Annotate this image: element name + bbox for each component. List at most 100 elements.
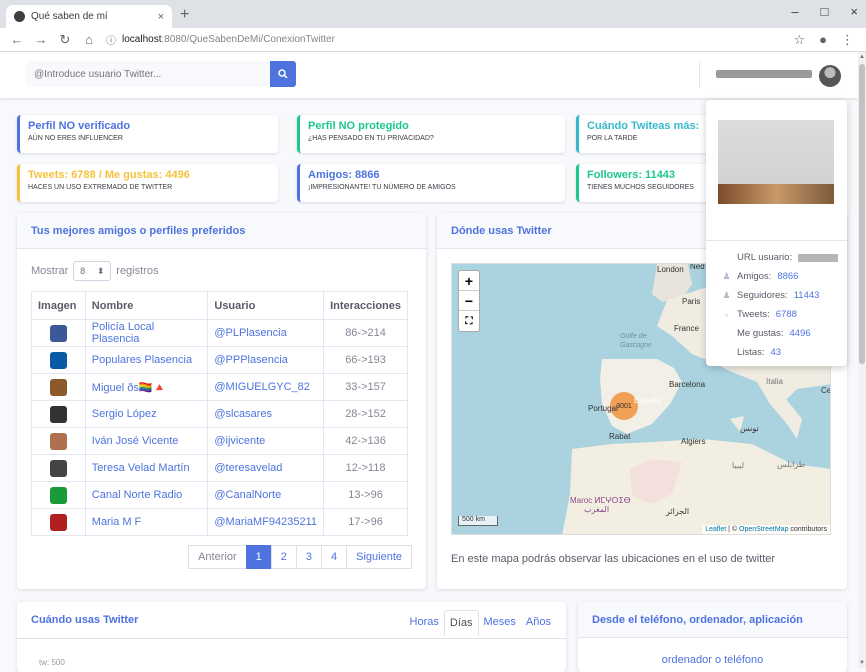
col-interactions[interactable]: Interacciones [323,291,408,320]
osm-link[interactable]: OpenStreetMap [739,526,788,533]
forward-icon[interactable]: → [34,32,48,47]
friend-user[interactable]: @ijvicente [207,427,325,455]
address-bar[interactable]: ⓘ localhost:8080/QueSabenDeMi/ConexionTw… [106,30,793,50]
map-label-paris: Paris [682,297,701,306]
map-note: En este mapa podrás observar las ubicaci… [451,553,776,565]
profile-lists-value[interactable]: 43 [770,347,781,358]
user-search [26,61,296,87]
friend-interactions: 17->96 [323,508,408,536]
map-label-portugal: Portugal [588,404,618,413]
pager-next[interactable]: Siguiente [346,545,412,569]
scrollbar-thumb[interactable] [859,64,865,364]
friend-image-cell [31,508,86,536]
user-icon: ♟ [722,271,731,281]
friend-name[interactable]: Canal Norte Radio [84,481,209,509]
stat-followers: Followers: 11443 TIENES MUCHOS SEGUIDORE… [576,164,716,202]
friend-user[interactable]: @CanalNorte [207,481,325,509]
devices-legend-link[interactable]: ordenador o teléfono [578,654,847,666]
friend-user[interactable]: @PLPlasencia [207,319,325,347]
menu-dots-icon[interactable]: ⋮ [841,32,854,48]
stat-when-tweet: Cuándo Twiteas más: POR LA TARDE [576,115,716,153]
zoom-out-button[interactable]: − [459,291,479,311]
friend-user[interactable]: @teresavelad [207,454,325,482]
pager-prev[interactable]: Anterior [188,545,247,569]
table-row: Iván José Vicente @ijvicente 42->136 [31,427,408,455]
tab-dias[interactable]: Días [443,610,479,636]
avatar[interactable] [819,65,841,87]
bookmark-star-icon[interactable]: ☆ [793,32,805,48]
search-input[interactable] [26,61,270,87]
minimize-button[interactable]: – [791,4,798,19]
tab-close-icon[interactable]: × [158,11,164,23]
account-icon[interactable]: ● [819,32,827,47]
friend-name[interactable]: Policía Local Plasencia [84,319,209,347]
browser-tab[interactable]: Qué saben de mí × [6,5,172,28]
fullscreen-button[interactable]: ⛶ [459,311,479,331]
profile-divider [706,240,847,241]
friends-card: Tus mejores amigos o perfiles preferidos… [17,213,426,589]
close-window-button[interactable]: × [850,4,858,19]
reload-icon[interactable]: ↻ [58,32,72,48]
table-row: Teresa Velad Martín @teresavelad 12->118 [31,454,408,482]
friend-name[interactable]: Iván José Vicente [84,427,209,455]
new-tab-button[interactable]: + [180,6,189,24]
pager-page-2[interactable]: 2 [270,545,297,569]
friend-user[interactable]: @PPPlasencia [207,346,325,374]
friend-image-cell [31,400,86,428]
pp-logo-icon[interactable] [49,351,67,369]
pager-page-4[interactable]: 4 [321,545,348,569]
info-icon[interactable]: ⓘ [106,32,116,47]
friend-user[interactable]: @slcasares [207,400,325,428]
zoom-in-button[interactable]: + [459,271,479,291]
user-photo-icon[interactable] [49,405,67,423]
stat-title: Perfil NO verificado [28,120,131,132]
user-photo-icon[interactable] [49,513,67,531]
col-image[interactable]: Imagen [31,291,86,320]
scroll-down-icon[interactable]: ▼ [859,660,865,666]
user-photo-icon[interactable] [49,378,67,396]
url-host: localhost [122,34,162,45]
profile-lists-label: Listas: [737,347,765,358]
pager-page-1[interactable]: 1 [245,545,272,569]
leaflet-link[interactable]: Leaflet [705,526,726,533]
username-redacted[interactable] [716,70,812,78]
profile-likes-value[interactable]: 4496 [789,328,810,339]
back-icon[interactable]: ← [10,32,24,47]
pager-page-3[interactable]: 3 [295,545,322,569]
friend-user[interactable]: @MariaMF94235211 [207,508,325,536]
stat-verified: Perfil NO verificado AÚN NO ERES INFLUEN… [17,115,278,153]
page-scrollbar[interactable]: ▲ ▼ [858,52,866,668]
tab-anos[interactable]: Años [521,610,556,636]
page-length-select[interactable]: 8 ⬍ [73,261,112,281]
friend-name[interactable]: Populares Plasencia [84,346,209,374]
profile-friends-value[interactable]: 8866 [777,271,798,282]
friend-name[interactable]: Teresa Velad Martín [84,454,209,482]
col-name[interactable]: Nombre [84,291,209,320]
scroll-up-icon[interactable]: ▲ [859,54,865,60]
cn-logo-icon[interactable] [49,486,67,504]
police-badge-icon[interactable] [49,324,67,342]
user-photo-icon[interactable] [49,432,67,450]
profile-followers-value[interactable]: 11443 [794,290,820,301]
friend-user[interactable]: @MIGUELGYC_82 [207,373,325,401]
tab-meses[interactable]: Meses [479,610,521,636]
profile-url-redacted[interactable] [798,253,839,262]
home-icon[interactable]: ⌂ [82,32,96,47]
table-header-row: Imagen Nombre Usuario Interacciones [31,291,408,320]
attrib-sep: | © [726,526,740,533]
stat-tweets-likes: Tweets: 6788 / Me gustas: 4496 HACES UN … [17,164,278,202]
map-label-tunis: تونس [740,424,759,433]
friend-name[interactable]: Miguel ðs🏳️‍🌈🔺 [84,373,209,401]
usage-card: Cuándo usas Twitter Horas Días Meses Año… [17,602,566,672]
tab-horas[interactable]: Horas [405,610,444,636]
profile-url-row: URL usuario: [722,252,839,263]
search-button[interactable] [270,61,296,87]
col-user[interactable]: Usuario [207,291,325,320]
user-photo-icon[interactable] [49,459,67,477]
maximize-button[interactable]: □ [821,4,829,19]
profile-tweets-value[interactable]: 6788 [776,309,797,320]
friend-name[interactable]: Maria M F [84,508,209,536]
profile-followers-label: Seguidores: [737,290,788,301]
friend-name[interactable]: Sergio López [84,400,209,428]
stat-subtitle: AÚN NO ERES INFLUENCER [28,135,123,142]
